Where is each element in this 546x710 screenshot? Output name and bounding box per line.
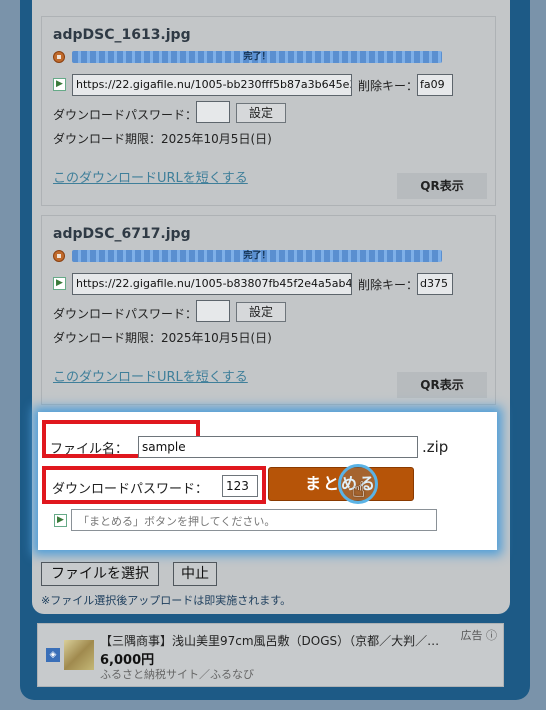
progress-label: 完了！ — [243, 251, 271, 261]
merged-url-field[interactable]: 「まとめる」ボタンを押してください。 — [71, 509, 437, 531]
shorten-url-link[interactable]: このダウンロードURLを短くする — [53, 167, 248, 186]
zip-extension: .zip — [422, 438, 449, 456]
hand-cursor-icon: ☝ — [352, 478, 366, 503]
copy-url-icon[interactable]: ▶ — [54, 514, 67, 527]
upload-progress-bar: 完了！ — [72, 250, 442, 262]
download-url-field[interactable]: https://22.gigafile.nu/1005-b83807fb45f2… — [72, 273, 352, 295]
zip-password-label: ダウンロードパスワード： — [52, 482, 209, 497]
delete-key-label: 削除キー： — [358, 278, 419, 292]
qr-display-button[interactable]: QR表示 — [397, 173, 487, 199]
stop-icon[interactable] — [53, 51, 65, 63]
select-file-button[interactable]: ファイルを選択 — [41, 562, 159, 586]
download-password-input[interactable] — [196, 300, 230, 322]
cancel-button[interactable]: 中止 — [173, 562, 217, 586]
download-url-field[interactable]: https://22.gigafile.nu/1005-bb230fff5b87… — [72, 74, 352, 96]
zip-filename-input[interactable]: sample — [138, 436, 418, 458]
upload-note: ※ファイル選択後アップロードは即実施されます。 — [41, 594, 292, 607]
download-password-label: ダウンロードパスワード： — [53, 108, 198, 122]
ad-banner[interactable]: 広告 ⓘ ◈ 【三隅商事】浅山美里97cm風呂敷（DOGS）（京都／大判／… 6… — [37, 623, 504, 687]
set-password-button[interactable]: 設定 — [236, 302, 286, 322]
ad-source-icon: ◈ — [46, 648, 60, 662]
delete-key-field[interactable]: d375 — [417, 273, 453, 295]
qr-display-button[interactable]: QR表示 — [397, 372, 487, 398]
download-password-label: ダウンロードパスワード： — [53, 307, 198, 321]
zip-filename-label: ファイル名： — [50, 442, 129, 457]
uploaded-file-card: adpDSC_1613.jpg 完了！ ▶ https://22.gigafil… — [41, 16, 496, 206]
merge-files-section: ファイル名： sample .zip ダウンロードパスワード： 123 まとめる… — [38, 412, 497, 550]
delete-key-field[interactable]: fa09 — [417, 74, 453, 96]
copy-url-icon[interactable]: ▶ — [53, 277, 66, 290]
stop-icon[interactable] — [53, 250, 65, 262]
delete-key-label: 削除キー： — [358, 79, 419, 93]
shorten-url-link[interactable]: このダウンロードURLを短くする — [53, 366, 248, 385]
progress-label: 完了！ — [243, 52, 271, 62]
uploaded-file-card: adpDSC_6717.jpg 完了！ ▶ https://22.gigafil… — [41, 215, 496, 405]
set-password-button[interactable]: 設定 — [236, 103, 286, 123]
ad-source: ふるさと納税サイト／ふるなび — [100, 668, 254, 681]
ad-title[interactable]: 【三隅商事】浅山美里97cm風呂敷（DOGS）（京都／大判／… — [100, 632, 439, 649]
download-password-input[interactable] — [196, 101, 230, 123]
file-name: adpDSC_1613.jpg — [53, 27, 191, 43]
file-name: adpDSC_6717.jpg — [53, 226, 191, 242]
download-expiry: ダウンロード期限：2025年10月5日(日) — [53, 331, 272, 345]
zip-password-input[interactable]: 123 — [222, 475, 258, 497]
ad-product-image[interactable] — [64, 640, 94, 670]
copy-url-icon[interactable]: ▶ — [53, 78, 66, 91]
ad-label: 広告 ⓘ — [460, 629, 498, 642]
download-expiry: ダウンロード期限：2025年10月5日(日) — [53, 132, 272, 146]
upload-progress-bar: 完了！ — [72, 51, 442, 63]
